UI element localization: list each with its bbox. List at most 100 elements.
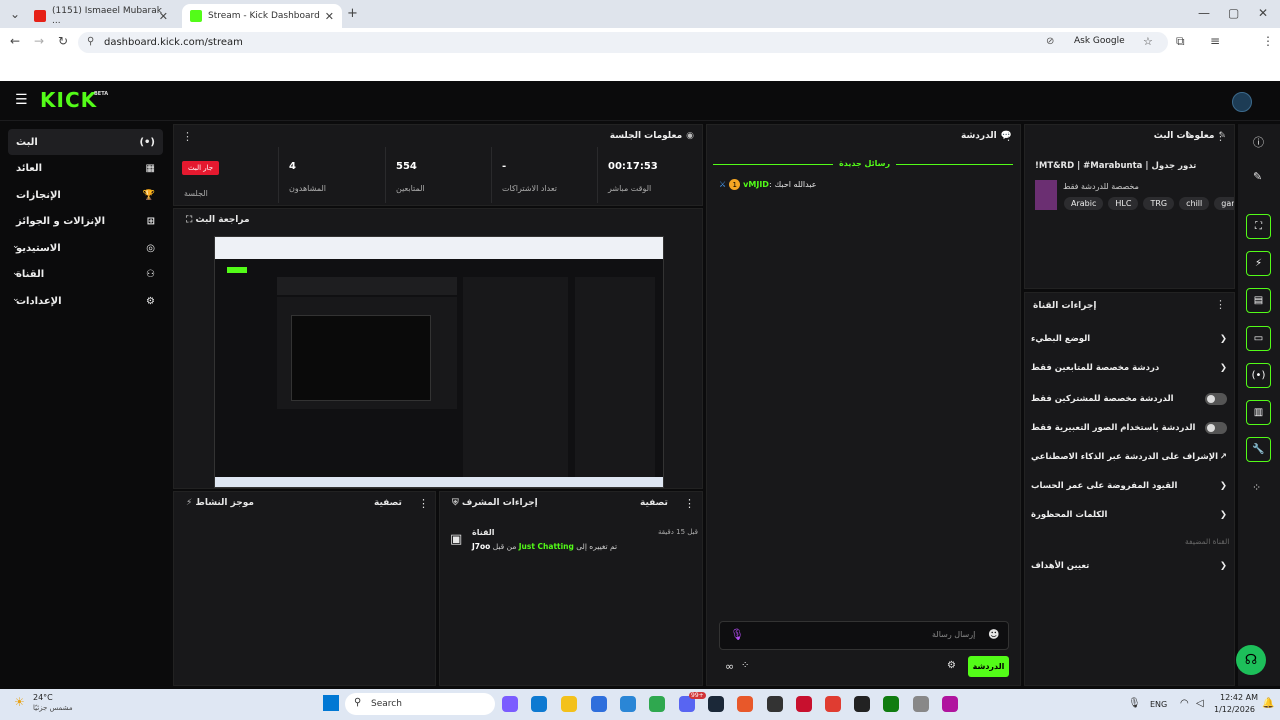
tag[interactable]: chill — [1179, 197, 1210, 210]
support-button[interactable]: ☊ — [1236, 645, 1266, 675]
mic-icon[interactable]: 🎙 — [1128, 698, 1141, 709]
action-set-goals[interactable]: تعيين الأهداف ❯ — [1031, 561, 1227, 571]
broadcast-icon[interactable]: (•) — [1246, 363, 1271, 388]
back-icon[interactable]: ← — [10, 34, 20, 48]
tag[interactable]: gami — [1214, 197, 1234, 210]
media-icon[interactable]: ≡ — [1210, 34, 1220, 48]
bookmark-star-icon[interactable]: ☆ — [1143, 35, 1153, 48]
pencil-icon[interactable]: ✎ — [1253, 170, 1262, 183]
taskbar-search[interactable]: ⚲ Search — [345, 693, 495, 715]
clock-time[interactable]: 12:42 AM — [1220, 693, 1258, 702]
site-info-icon[interactable]: ⚲ — [87, 36, 94, 47]
obs-icon[interactable] — [767, 696, 783, 712]
chat-input[interactable]: 🎙 إرسال رسالة ☻ — [719, 621, 1009, 650]
kebab-menu-icon[interactable]: ⋮ — [182, 130, 193, 143]
action-subscribers-only[interactable]: الدردشة مخصصة للمشتركين فقط — [1031, 393, 1227, 405]
reload-icon[interactable]: ↻ — [58, 34, 68, 48]
send-chat-button[interactable]: الدردشة — [968, 656, 1009, 677]
notifications-icon[interactable]: 🔔 — [1262, 698, 1274, 709]
emoji-icon[interactable]: ☻ — [988, 628, 999, 641]
sidebar-item-drops[interactable]: الإنزالات و الجوائز ⊞ — [8, 208, 163, 234]
hamburger-menu-icon[interactable]: ☰ — [15, 92, 28, 108]
info-icon[interactable]: ⓘ — [1253, 134, 1264, 150]
bolt-icon[interactable]: ⚡ — [1246, 251, 1271, 276]
sidebar-item-stream[interactable]: البث (•) — [8, 129, 163, 155]
gear-icon[interactable]: ⚙ — [947, 660, 956, 671]
kebab-menu-icon[interactable]: ⋮ — [418, 497, 429, 510]
subscribers-toggle[interactable] — [1205, 393, 1227, 405]
address-bar[interactable]: ⚲ dashboard.kick.com/stream ⊘ Ask Google… — [78, 32, 1168, 53]
store-icon[interactable] — [591, 696, 607, 712]
chevron-down-icon[interactable]: ⌄ — [12, 241, 20, 251]
action-ai-moderation[interactable]: الإشراف على الدردشة عبر الذكاء الاصطناعي… — [1031, 452, 1227, 462]
chat-icon[interactable]: ▭ — [1246, 326, 1271, 351]
sidebar-item-settings[interactable]: الإعدادات ⚙ — [8, 288, 163, 314]
outlook-icon[interactable] — [620, 696, 636, 712]
eye-off-icon[interactable]: ⊘ — [1046, 36, 1054, 47]
action-followers-only[interactable]: دردشة مخصصة للمتابعين فقط ❯ — [1031, 363, 1227, 373]
stream-preview-video[interactable] — [214, 236, 664, 488]
file-explorer-icon[interactable] — [561, 696, 577, 712]
edge-icon[interactable] — [531, 696, 547, 712]
minimize-button[interactable]: — — [1198, 6, 1210, 20]
new-tab-button[interactable]: + — [347, 6, 358, 21]
app-icon[interactable] — [796, 696, 812, 712]
infinity-icon[interactable]: ∞ — [725, 660, 734, 673]
close-tab-icon[interactable]: ✕ — [159, 10, 168, 23]
chat-username[interactable]: vMJID — [743, 180, 769, 189]
volume-icon[interactable]: ◁ — [1196, 698, 1204, 709]
tag[interactable]: HLC — [1108, 197, 1139, 210]
filter-button[interactable]: تصفية — [374, 498, 402, 508]
start-icon[interactable] — [323, 695, 339, 711]
preview-icon[interactable]: ⛶ — [1246, 214, 1271, 239]
copilot-icon[interactable] — [502, 696, 518, 712]
wrench-icon[interactable]: 🔧 — [1246, 437, 1271, 462]
kebab-menu-icon[interactable]: ⋮ — [1003, 130, 1014, 143]
steam-icon[interactable] — [708, 696, 724, 712]
emotes-toggle[interactable] — [1205, 422, 1227, 434]
action-account-age[interactable]: القيود المفروضة على عمر الحساب ❯ — [1031, 481, 1227, 491]
weather-temp[interactable]: 24°C — [33, 693, 53, 702]
app-icon[interactable] — [942, 696, 958, 712]
filter-button[interactable]: تصفية — [640, 498, 668, 508]
tag[interactable]: Arabic — [1064, 197, 1104, 210]
action-banned-words[interactable]: الكلمات المحظورة ❯ — [1031, 510, 1227, 520]
kebab-menu-icon[interactable]: ⋮ — [684, 497, 695, 510]
tab-kick-dashboard[interactable]: Stream - Kick Dashboard ✕ — [182, 4, 342, 28]
action-emotes-only[interactable]: الدردشة باستخدام الصور التعبيرية فقط — [1031, 422, 1227, 434]
mic-icon[interactable]: 🎙 — [730, 628, 744, 641]
kick-logo[interactable]: KICK — [40, 88, 97, 112]
ask-google-button[interactable]: Ask Google — [1068, 34, 1131, 51]
close-window-button[interactable]: ✕ — [1258, 6, 1268, 20]
document-icon[interactable]: ▤ — [1246, 288, 1271, 313]
user-avatar[interactable] — [1232, 92, 1252, 112]
more-icon[interactable]: ⁘ — [1252, 481, 1261, 494]
sidebar-item-revenue[interactable]: العائد ▦ — [8, 155, 163, 181]
maximize-button[interactable]: ▢ — [1228, 6, 1239, 20]
forward-icon[interactable]: → — [34, 34, 44, 48]
sidebar-item-achievements[interactable]: الإنجازات 🏆 — [8, 182, 163, 208]
capcut-icon[interactable] — [854, 696, 870, 712]
language-indicator[interactable]: ENG — [1150, 700, 1167, 709]
xbox-icon[interactable] — [883, 696, 899, 712]
tag[interactable]: TRG — [1143, 197, 1175, 210]
close-tab-icon[interactable]: ✕ — [325, 10, 334, 23]
extensions-icon[interactable]: ⧉ — [1176, 34, 1185, 49]
action-slow-mode[interactable]: الوضع البطيء ❯ — [1031, 334, 1227, 344]
app-icon[interactable] — [737, 696, 753, 712]
menu-icon[interactable]: ⋮ — [1262, 34, 1274, 48]
sidebar-item-studio[interactable]: الاستيديو ◎ — [8, 235, 163, 261]
settings-icon[interactable] — [913, 696, 929, 712]
wifi-icon[interactable]: ◠ — [1180, 698, 1189, 709]
tab-youtube[interactable]: (1151) Ismaeel Mubarak ... ✕ — [26, 4, 176, 28]
edit-icon[interactable]: ✎ — [1185, 131, 1193, 142]
kebab-menu-icon[interactable]: ⋮ — [1215, 298, 1226, 311]
chevron-down-icon[interactable]: ⌄ — [12, 268, 20, 278]
chrome-icon[interactable] — [649, 696, 665, 712]
tab-search-icon[interactable]: ⌄ — [10, 7, 20, 21]
sidebar-item-channel[interactable]: القناة ⚇ — [8, 261, 163, 287]
app-icon[interactable] — [825, 696, 841, 712]
more-icon[interactable]: ⁘ — [741, 660, 749, 671]
kebab-menu-icon[interactable]: ⋮ — [1215, 130, 1226, 143]
chevron-down-icon[interactable]: ⌄ — [12, 294, 20, 304]
